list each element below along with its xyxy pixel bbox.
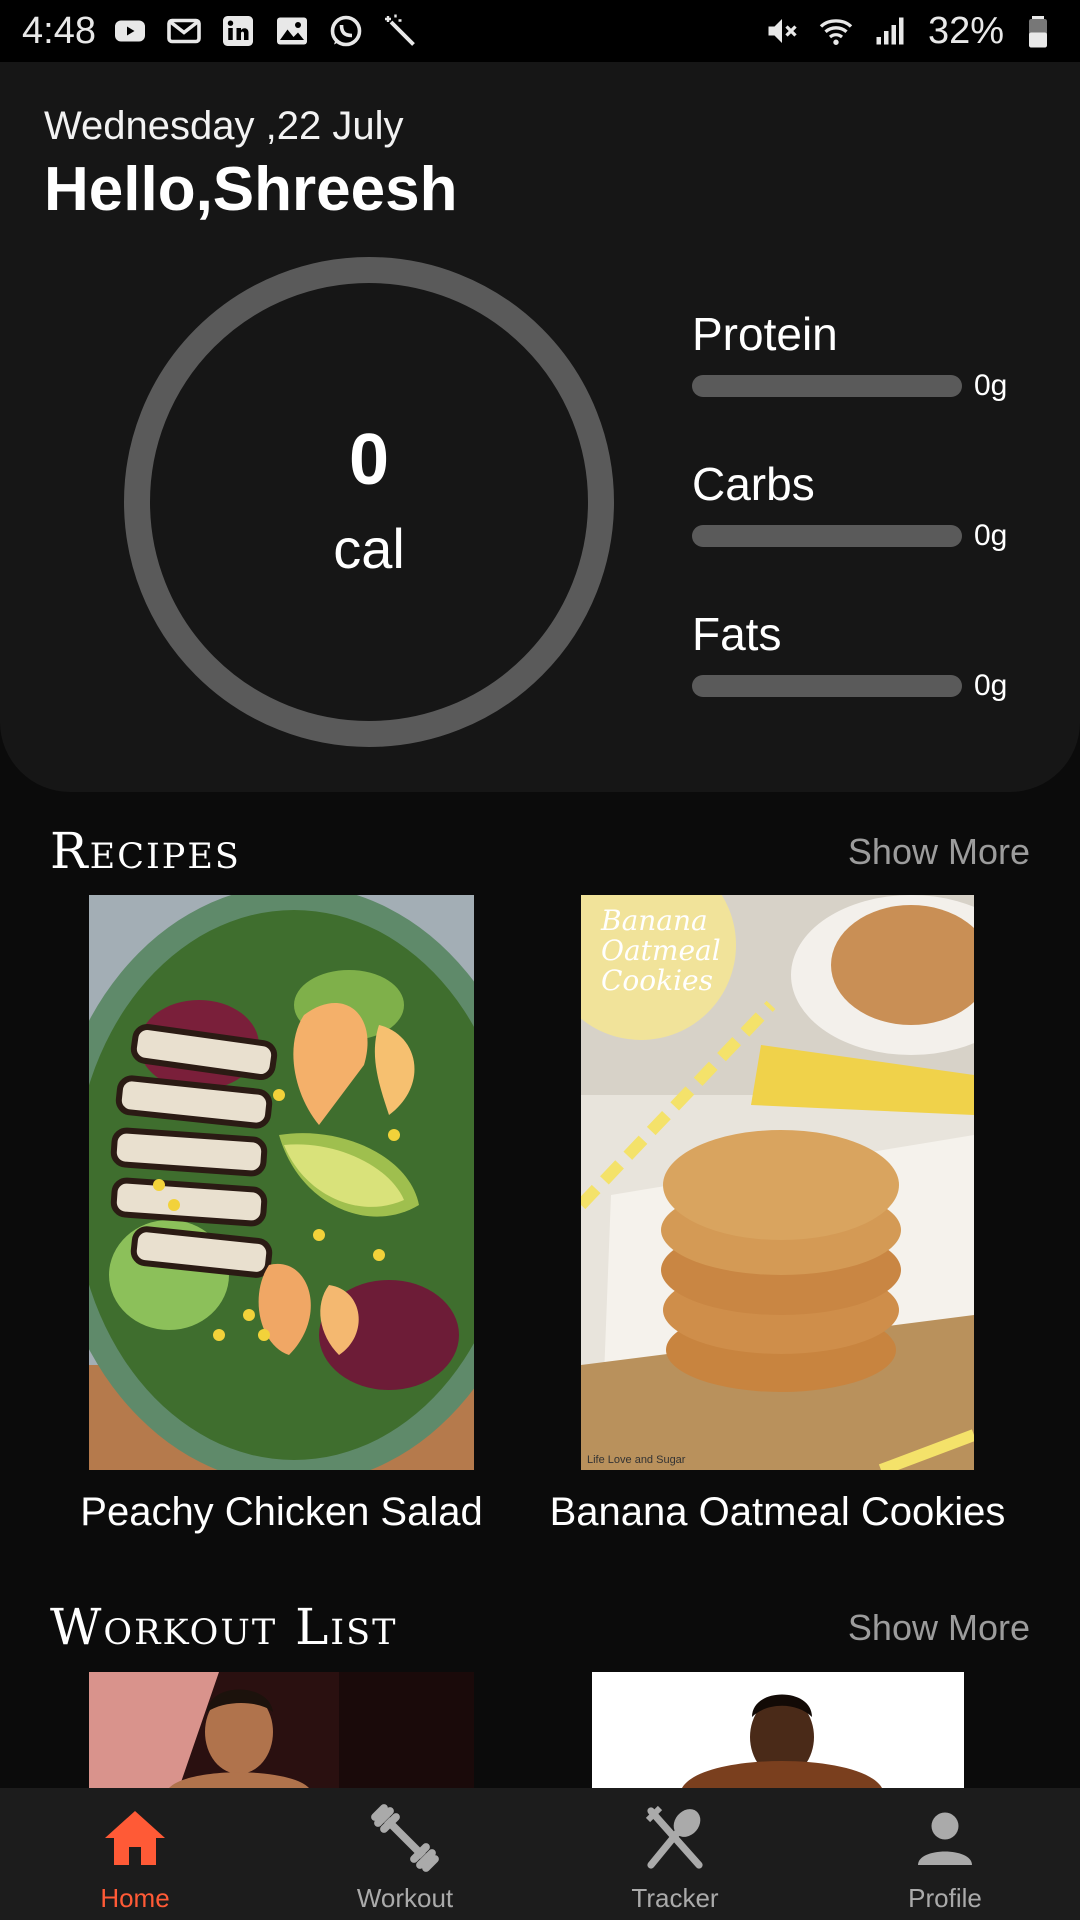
macro-protein: Protein 0g [692, 307, 1032, 403]
calorie-ring: 0 cal [124, 257, 614, 747]
wifi-icon [816, 11, 856, 51]
cookies-image: Banana Oatmeal Cookies Life Love and Sug… [581, 895, 974, 1470]
youtube-icon [110, 11, 150, 51]
svg-text:Cookies: Cookies [601, 964, 713, 997]
image-credit-text: Life Love and Sugar [587, 1454, 686, 1466]
home-icon [99, 1802, 171, 1879]
calorie-value: 0 [348, 419, 390, 500]
gmail-icon [164, 11, 204, 51]
recipe-card-banana-oatmeal-cookies[interactable]: Banana Oatmeal Cookies Life Love and Sug… [581, 895, 974, 1470]
status-time: 4:48 [22, 9, 96, 52]
macro-value: 0g [974, 519, 1008, 552]
macro-fats: Fats 0g [692, 607, 1032, 703]
date-label: Wednesday ,22 July [44, 104, 404, 148]
fork-knife-icon [639, 1802, 711, 1879]
recipe-name[interactable]: Banana Oatmeal Cookies [530, 1490, 1025, 1535]
calorie-unit: cal [333, 516, 405, 580]
dumbbell-icon [369, 1802, 441, 1879]
battery-percent: 32% [927, 9, 1004, 52]
nav-label: Workout [356, 1883, 454, 1913]
bottom-navigation: Home Workout Tracker Profile [0, 1788, 1080, 1920]
macro-label: Protein [692, 308, 838, 360]
whatsapp-icon [326, 11, 366, 51]
macro-value: 0g [974, 369, 1008, 402]
macro-value: 0g [974, 669, 1008, 702]
nav-label: Tracker [631, 1883, 719, 1913]
image-caption-text: Banana [600, 904, 708, 937]
gallery-icon [272, 11, 312, 51]
macro-carbs: Carbs 0g [692, 457, 1032, 553]
nav-workout[interactable]: Workout [270, 1788, 540, 1920]
status-left: 4:48 [22, 10, 420, 53]
status-right: 32% [762, 10, 1058, 53]
recipe-card-peachy-chicken-salad[interactable] [89, 895, 474, 1470]
battery-icon [1018, 11, 1058, 51]
mute-icon [762, 11, 802, 51]
status-bar: 4:48 32% [0, 0, 1080, 62]
workout-image [592, 1672, 964, 1788]
workout-image [89, 1672, 474, 1788]
recipes-section-title: Recipes [50, 822, 241, 880]
workout-section-title: Workout List [50, 1598, 398, 1656]
signal-icon [870, 11, 910, 51]
nav-label: Home [100, 1883, 170, 1913]
macro-progress-bar [692, 675, 962, 697]
recipes-show-more-link[interactable]: Show More [848, 831, 1030, 873]
svg-text:Oatmeal: Oatmeal [601, 934, 721, 967]
workout-card-1[interactable] [89, 1672, 474, 1788]
macro-label: Carbs [692, 458, 815, 510]
macro-progress-bar [692, 525, 962, 547]
person-icon [909, 1802, 981, 1879]
nav-label: Profile [908, 1883, 982, 1913]
greeting-title: Hello,Shreesh [44, 155, 458, 224]
nav-tracker[interactable]: Tracker [540, 1788, 810, 1920]
workout-show-more-link[interactable]: Show More [848, 1607, 1030, 1649]
recipe-name[interactable]: Peachy Chicken Salad [50, 1490, 513, 1535]
macro-label: Fats [692, 608, 782, 660]
nav-home[interactable]: Home [0, 1788, 270, 1920]
salad-image [89, 895, 474, 1470]
home-screen: 4:48 32% Wednesday ,22 July Hello,Shrees… [0, 0, 1080, 1920]
macro-progress-bar [692, 375, 962, 397]
workout-card-2[interactable] [592, 1672, 964, 1788]
linkedin-icon [218, 11, 258, 51]
magic-wand-icon [380, 11, 420, 51]
nav-profile[interactable]: Profile [810, 1788, 1080, 1920]
summary-card: Wednesday ,22 July Hello,Shreesh 0 cal P… [0, 62, 1080, 792]
